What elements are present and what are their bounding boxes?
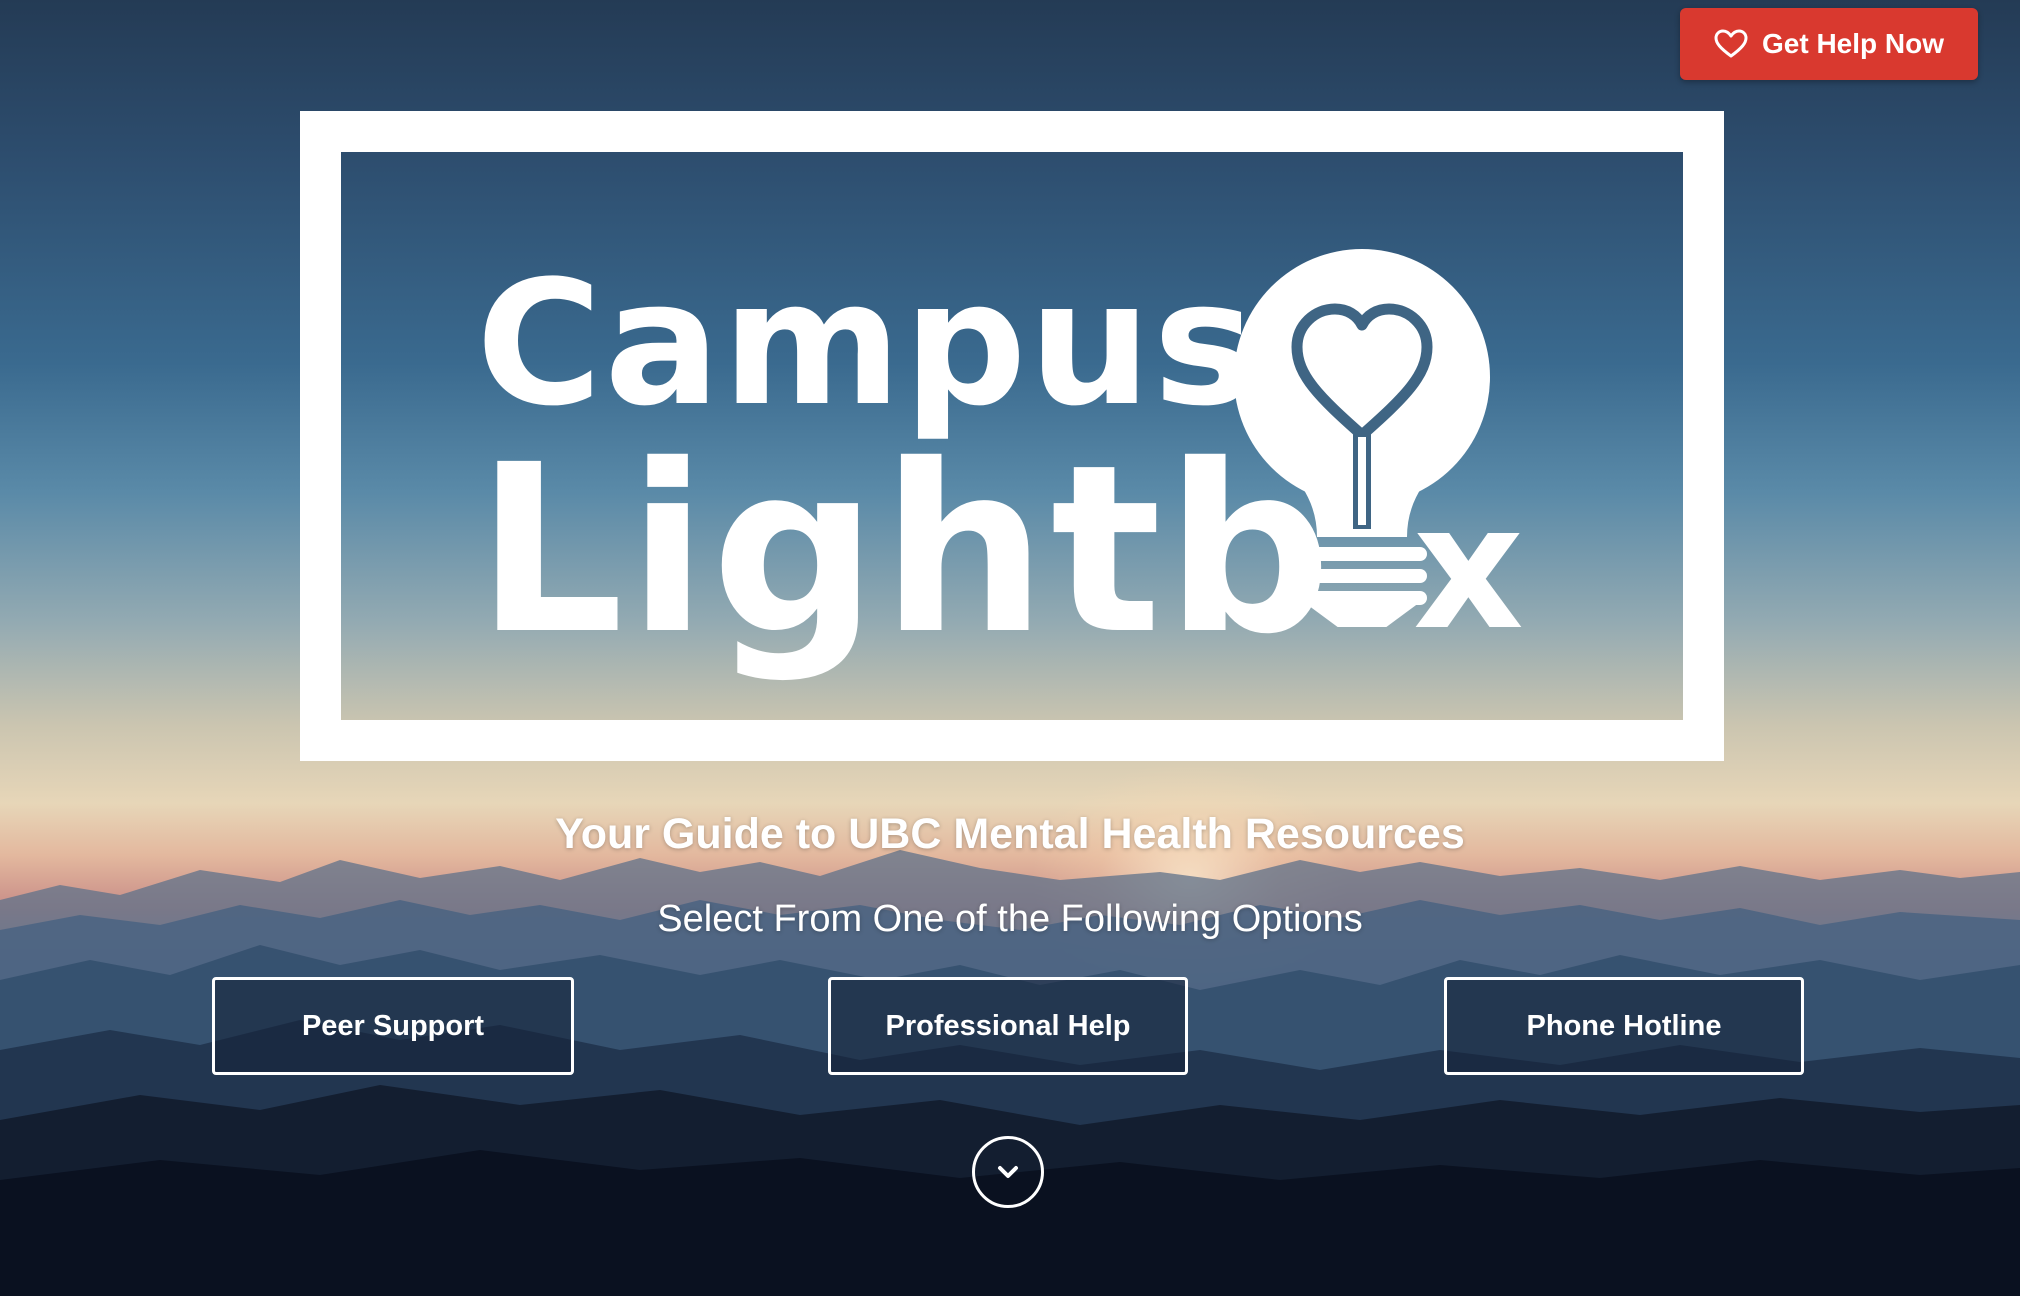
- get-help-now-button[interactable]: Get Help Now: [1680, 8, 1978, 80]
- logo-word-lightb: Lightb: [476, 415, 1336, 685]
- landing-page: Get Help Now Campus Lightb x Your Guide …: [0, 0, 2020, 1296]
- chevron-down-icon: [998, 1166, 1018, 1178]
- hero-subtitle: Select From One of the Following Options: [657, 898, 1363, 940]
- hero-tagline: Your Guide to UBC Mental Health Resource…: [555, 810, 1465, 858]
- get-help-now-label: Get Help Now: [1761, 28, 1944, 59]
- peer-support-button[interactable]: Peer Support: [212, 977, 574, 1075]
- phone-hotline-button[interactable]: Phone Hotline: [1444, 977, 1804, 1075]
- logo: Campus Lightb x: [300, 111, 1724, 761]
- logo-word-x: x: [1413, 467, 1524, 668]
- logo-word-campus: Campus: [476, 243, 1258, 444]
- scroll-down-button[interactable]: [972, 1136, 1044, 1208]
- heart-outline-icon: [1714, 29, 1748, 58]
- professional-help-button[interactable]: Professional Help: [828, 977, 1188, 1075]
